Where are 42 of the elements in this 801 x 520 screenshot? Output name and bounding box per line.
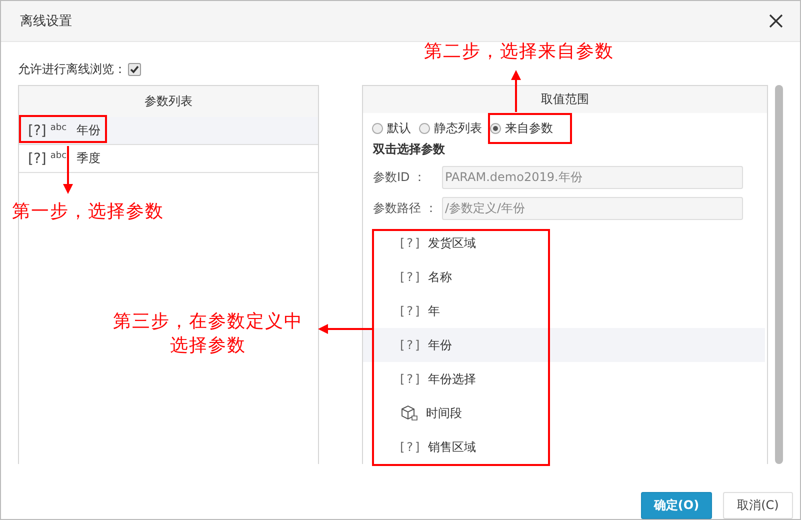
parameter-name: 销售区域 <box>428 438 476 456</box>
type-label: abc <box>50 123 67 133</box>
parameter-item[interactable]: 时间段 <box>363 396 765 430</box>
parameter-icon: [?] <box>400 304 420 318</box>
annotation-text: 第一步，选择参数 <box>12 200 164 223</box>
radio-label: 静态列表 <box>434 120 482 137</box>
parameter-name: 发货区域 <box>428 234 476 252</box>
field-label: 参数路径 ： <box>373 200 438 217</box>
parameter-row[interactable]: [?] abc 季度 <box>19 145 318 173</box>
parameter-icon: [?] <box>400 236 420 250</box>
parameter-icon: [?] <box>28 122 46 138</box>
parameter-name: 名称 <box>428 268 452 286</box>
parameter-item[interactable]: [?] 年 <box>363 294 765 328</box>
parameter-name: 年份 <box>76 122 101 139</box>
parameter-item[interactable]: [?] 年份选择 <box>363 362 765 396</box>
annotation-text: 第三步，在参数定义中选择参数 <box>112 310 304 358</box>
panel-header: 参数列表 <box>19 86 318 117</box>
parameter-name: 季度 <box>76 150 101 167</box>
radio-label: 默认 <box>387 120 411 137</box>
parameter-name: 时间段 <box>426 404 462 422</box>
panel-header: 取值范围 <box>363 86 767 114</box>
parameter-row[interactable]: [?] abc 年份 <box>19 117 318 145</box>
parameter-item[interactable]: [?] 名称 <box>363 260 765 294</box>
field-label: 参数ID ： <box>373 169 427 186</box>
parameter-item[interactable]: [?] 年份 <box>363 328 765 362</box>
hint-text: 双击选择参数 <box>372 141 446 158</box>
type-label: abc <box>50 151 67 161</box>
parameter-name: 年 <box>428 302 440 320</box>
parameter-icon: [?] <box>400 440 420 454</box>
parameter-icon: [?] <box>400 338 420 352</box>
annotation-text: 第二步，选择来自参数 <box>424 40 614 63</box>
cancel-button[interactable]: 取消(C) <box>723 492 793 519</box>
radio-label: 来自参数 <box>505 120 553 137</box>
parameter-icon: [?] <box>400 372 420 386</box>
parameter-item[interactable]: [?] 发货区域 <box>363 226 765 260</box>
parameter-item[interactable]: [?] 销售区域 <box>363 430 765 464</box>
dialog-title: 离线设置 <box>20 13 72 30</box>
parameter-name: 年份选择 <box>428 370 476 388</box>
parameter-icon: [?] <box>400 270 420 284</box>
parameter-name: 年份 <box>428 336 452 354</box>
checkbox-label: 允许进行离线浏览： <box>18 60 126 78</box>
parameter-icon: [?] <box>28 150 46 166</box>
